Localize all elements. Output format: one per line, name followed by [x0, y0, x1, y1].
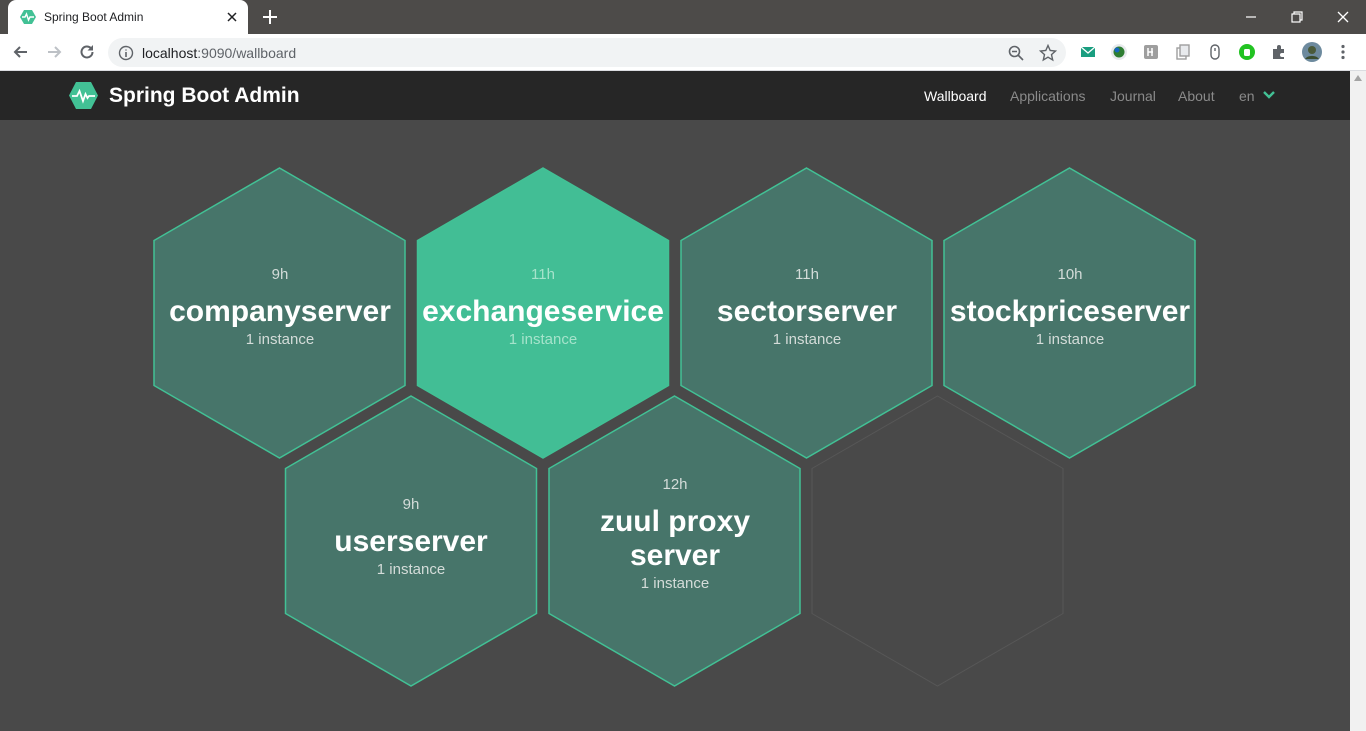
profile-avatar-icon[interactable]	[1302, 42, 1322, 62]
site-info-icon[interactable]	[118, 45, 134, 61]
font-extension-icon[interactable]	[1142, 43, 1160, 61]
restore-icon[interactable]	[1286, 6, 1308, 28]
app-zuul-proxy-server: 12h zuul proxy server 1 instance	[545, 476, 805, 592]
browser-tabstrip: Spring Boot Admin	[0, 0, 1366, 34]
instance-count: 1 instance	[640, 575, 710, 592]
tab-title: Spring Boot Admin	[44, 10, 144, 24]
language-selector[interactable]: en	[1239, 88, 1255, 104]
app-name: userserver	[334, 525, 488, 558]
close-tab-icon[interactable]	[224, 9, 240, 25]
brand-title[interactable]: Spring Boot Admin	[109, 84, 300, 108]
app-navbar: Spring Boot Admin Wallboard Applications…	[0, 71, 1350, 120]
new-tab-icon[interactable]	[261, 8, 279, 26]
app-name: exchangeservice	[422, 295, 664, 328]
copy-extension-icon[interactable]	[1174, 43, 1192, 61]
app-name-line1: zuul proxy	[599, 505, 750, 538]
app-name: zuul proxy server	[545, 505, 805, 573]
wallboard: 9h companyserver 1 instance 11h exchange…	[0, 120, 1350, 731]
forward-arrow-icon[interactable]	[44, 42, 64, 62]
spring-boot-admin-logo-icon[interactable]	[69, 82, 98, 109]
page-scrollbar[interactable]	[1350, 71, 1366, 731]
close-window-icon[interactable]	[1332, 6, 1354, 28]
app-sectorserver: 11h sectorserver 1 instance	[677, 266, 937, 348]
globe-extension-icon[interactable]	[1110, 43, 1128, 61]
instance-count: 1 instance	[376, 561, 446, 578]
uptime: 11h	[531, 266, 555, 283]
uptime: 10h	[1057, 266, 1083, 283]
mail-extension-icon[interactable]	[1079, 43, 1097, 61]
nav-applications[interactable]: Applications	[1010, 88, 1086, 104]
spring-boot-admin-favicon-icon	[20, 10, 36, 24]
uptime: 9h	[402, 496, 420, 513]
app-name: companyserver	[169, 295, 391, 328]
app-name: sectorserver	[716, 295, 898, 328]
app-exchangeservice: 11h exchangeservice 1 instance	[413, 266, 673, 348]
browser-tab[interactable]: Spring Boot Admin	[8, 0, 248, 34]
browser-toolbar: localhost:9090/wallboard	[0, 34, 1366, 71]
zoom-icon[interactable]	[1007, 44, 1025, 62]
green-hand-extension-icon[interactable]	[1238, 43, 1256, 61]
url-text: localhost:9090/wallboard	[142, 45, 296, 61]
app-name-line2: server	[629, 539, 721, 572]
extensions-puzzle-icon[interactable]	[1270, 43, 1288, 61]
uptime: 9h	[271, 266, 289, 283]
address-bar[interactable]: localhost:9090/wallboard	[108, 38, 1066, 67]
url-host: localhost	[142, 45, 198, 61]
bookmark-star-icon[interactable]	[1039, 44, 1057, 62]
instance-count: 1 instance	[1035, 331, 1105, 348]
menu-kebab-icon[interactable]	[1334, 43, 1352, 61]
uptime: 12h	[662, 476, 688, 493]
scroll-up-arrow-icon[interactable]	[1354, 75, 1362, 81]
app-name: stockpriceserver	[949, 295, 1191, 328]
instance-count: 1 instance	[245, 331, 315, 348]
instance-count: 1 instance	[772, 331, 842, 348]
minimize-icon[interactable]	[1240, 6, 1262, 28]
instance-count: 1 instance	[508, 331, 578, 348]
uptime: 11h	[795, 266, 819, 283]
chevron-down-icon[interactable]	[1262, 89, 1276, 101]
nav-journal[interactable]: Journal	[1110, 88, 1156, 104]
url-path: :9090/wallboard	[197, 45, 297, 61]
app-companyserver: 9h companyserver 1 instance	[150, 266, 410, 348]
app-userserver: 9h userserver 1 instance	[281, 496, 541, 578]
nav-wallboard[interactable]: Wallboard	[924, 88, 987, 104]
back-arrow-icon[interactable]	[11, 42, 31, 62]
reload-icon[interactable]	[77, 42, 97, 62]
nav-about[interactable]: About	[1178, 88, 1215, 104]
hex-grid	[153, 167, 1196, 687]
app-stockpriceserver: 10h stockpriceserver 1 instance	[940, 266, 1200, 348]
hex-empty-slot	[811, 395, 1064, 687]
mouse-extension-icon[interactable]	[1206, 43, 1224, 61]
